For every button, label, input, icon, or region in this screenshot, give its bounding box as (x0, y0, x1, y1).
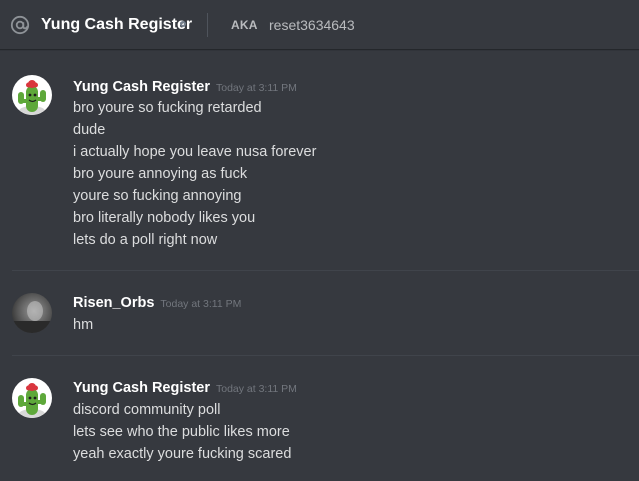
message-line: hm (73, 317, 94, 333)
channel-header: Yung Cash Register AKA reset3634643 (0, 0, 639, 49)
message-separator (12, 270, 639, 271)
aka-badge: AKA (231, 18, 258, 32)
dm-title: Yung Cash Register (41, 16, 193, 33)
photo-avatar[interactable] (12, 293, 52, 333)
cactus-avatar[interactable] (12, 75, 52, 115)
message-separator (12, 355, 639, 356)
message-line: bro literally nobody likes you (73, 210, 256, 226)
header-divider (207, 13, 208, 37)
message-line: discord community poll (73, 402, 221, 418)
at-sign-icon (10, 15, 30, 35)
message-line: yeah exactly youre fucking scared (73, 446, 292, 462)
message-timestamp: Today at 3:11 PM (215, 82, 297, 94)
cactus-avatar[interactable] (12, 378, 52, 418)
message-author[interactable]: Yung Cash Register (73, 79, 210, 95)
message-author[interactable]: Risen_Orbs (73, 295, 154, 311)
message-line: dude (73, 122, 106, 138)
message-timestamp: Today at 3:11 PM (215, 383, 297, 395)
message-line: bro youre so fucking retarded (73, 100, 262, 116)
message-line: youre so fucking annoying (73, 188, 242, 204)
offline-status-icon (180, 21, 186, 27)
dm-chat-window: Yung Cash Register AKA reset3634643 Yung… (0, 0, 639, 481)
message-line: lets see who the public likes more (73, 424, 290, 440)
message-author[interactable]: Yung Cash Register (73, 380, 210, 396)
message-line: bro youre annoying as fuck (73, 166, 248, 182)
message-line: lets do a poll right now (73, 232, 218, 248)
message-timestamp: Today at 3:11 PM (160, 298, 242, 310)
message-line: i actually hope you leave nusa forever (73, 144, 317, 160)
aka-names[interactable]: reset3634643 (269, 15, 355, 35)
